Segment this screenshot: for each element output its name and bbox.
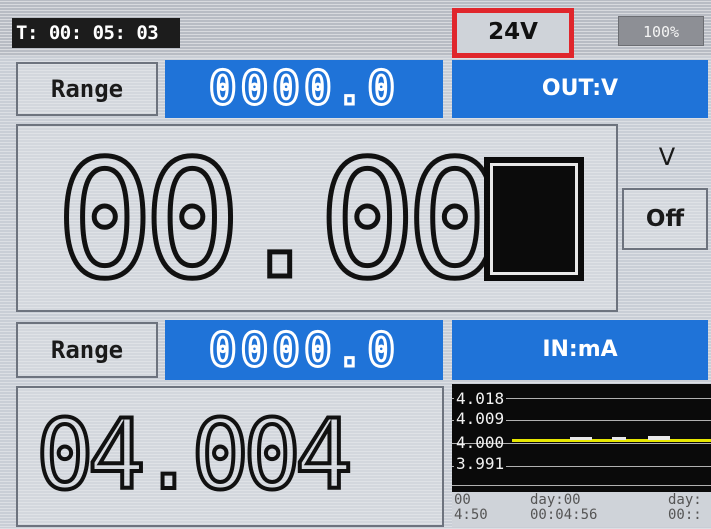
input-range-value: 0000.0: [165, 320, 443, 380]
graph-time-1-top: 00: [454, 492, 471, 508]
graph-y-label: 4.000: [456, 433, 505, 452]
output-range-label: Range: [50, 75, 124, 103]
input-main-digits: 04.004: [34, 397, 357, 513]
output-toggle-button[interactable]: Off: [622, 188, 708, 250]
svg-text:00.00: 00.00: [56, 127, 494, 310]
output-range-button[interactable]: Range: [16, 62, 158, 116]
input-mode-label: IN:mA: [452, 320, 708, 380]
input-range-digits: 0000.0: [207, 322, 399, 379]
graph-y-label: 4.018: [454, 389, 507, 408]
graph-time-axis: 00 4:50 day:00 00:04:56 day: 00::: [452, 492, 711, 527]
output-toggle-label: Off: [645, 206, 685, 232]
output-range-value: 0000.0: [165, 60, 443, 118]
graph-time-3-top: day:: [668, 492, 702, 508]
svg-text:0000.0: 0000.0: [209, 323, 399, 377]
supply-voltage-indicator: 24V: [452, 8, 574, 58]
graph-gridline: [452, 485, 711, 486]
graph-time-2-top: day:00: [530, 492, 581, 508]
graph-time-2-bottom: 00:04:56: [530, 507, 598, 523]
svg-text:04.004: 04.004: [36, 399, 349, 511]
graph-time-3-bottom: 00::: [668, 507, 702, 523]
input-main-display: 04.004: [16, 386, 444, 527]
output-cursor-digit[interactable]: 8: [484, 157, 584, 281]
output-range-digits: 0000.0: [207, 60, 399, 117]
graph-trace-point: [570, 437, 592, 440]
graph-y-label: 3.991: [454, 454, 507, 473]
graph-trace-point: [612, 437, 626, 440]
input-range-button[interactable]: Range: [16, 322, 158, 378]
graph-trace-point: [648, 436, 670, 440]
input-range-label: Range: [50, 336, 124, 364]
timer-display: T: 00: 05: 03: [12, 18, 180, 48]
output-mode-label: OUT:V: [452, 60, 708, 118]
battery-level: 100%: [618, 16, 704, 46]
graph-y-label: 4.009: [454, 409, 507, 428]
graph-time-1-bottom: 4:50: [454, 507, 488, 523]
output-unit-label: V: [658, 143, 676, 171]
svg-text:0000.0: 0000.0: [209, 61, 399, 115]
